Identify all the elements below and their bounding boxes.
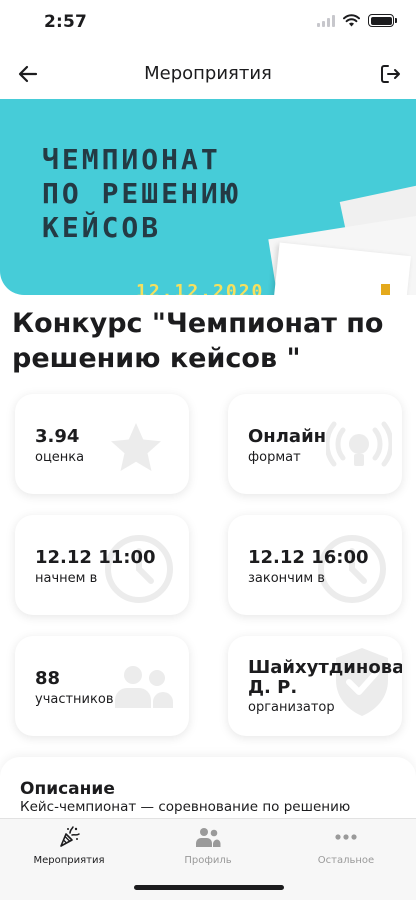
star-icon (111, 423, 161, 471)
home-indicator (134, 885, 284, 890)
description-panel: Описание Кейс-чемпионат — соревнование п… (0, 757, 416, 827)
tab-more[interactable]: Остальное (291, 825, 401, 873)
people-icon (196, 828, 221, 847)
wifi-icon (343, 14, 360, 27)
tab-more-label: Остальное (317, 855, 375, 866)
party-popper-icon (60, 826, 80, 847)
start-time-value: 12.12 11:00 (35, 547, 156, 568)
participants-card: 88 участников (15, 636, 189, 736)
logout-icon (381, 65, 400, 83)
banner-date: 12.12.2020 (136, 281, 265, 295)
banner-marker (381, 284, 390, 295)
status-icons (317, 14, 397, 27)
end-time-card: 12.12 16:00 закончим в (228, 515, 402, 615)
page-title: Мероприятия (144, 63, 272, 84)
format-label: формат (248, 450, 301, 465)
clock-icon (318, 535, 386, 603)
event-banner: ЧЕМПИОНАТ ПО РЕШЕНИЮ КЕЙСОВ 12.12.2020 (0, 99, 416, 295)
end-time-value: 12.12 16:00 (248, 547, 369, 568)
organizer-value: Шайхутдинова Д. Р. (248, 657, 402, 698)
status-bar: 2:57 (0, 0, 416, 48)
status-time: 2:57 (44, 12, 88, 32)
end-time-label: закончим в (248, 571, 325, 586)
participants-label: участников (35, 692, 114, 707)
organizer-label: организатор (248, 700, 335, 715)
start-time-card: 12.12 11:00 начнем в (15, 515, 189, 615)
format-card: Онлайн формат (228, 394, 402, 494)
description-title: Описание (20, 779, 115, 799)
start-time-label: начнем в (35, 571, 98, 586)
people-icon (115, 666, 173, 708)
participants-value: 88 (35, 668, 61, 689)
rating-card: 3.94 оценка (15, 394, 189, 494)
broadcast-icon (326, 421, 392, 467)
format-value: Онлайн (248, 426, 327, 447)
tab-events-label: Мероприятия (33, 855, 105, 866)
signal-icon (317, 14, 335, 27)
description-text: Кейс-чемпионат — соревнование по решению (20, 799, 351, 815)
event-title: Конкурс "Чемпионат по решению кейсов " (12, 308, 384, 374)
rating-label: оценка (35, 450, 85, 465)
more-icon (335, 834, 357, 840)
tab-profile[interactable]: Профиль (153, 825, 263, 873)
battery-icon (368, 14, 397, 27)
organizer-card: Шайхутдинова Д. Р. организатор (228, 636, 402, 736)
nav-bar: Мероприятия (0, 52, 416, 96)
banner-heading: ЧЕМПИОНАТ ПО РЕШЕНИЮ КЕЙСОВ (42, 143, 241, 244)
logout-button[interactable] (376, 60, 404, 88)
rating-value: 3.94 (35, 426, 80, 447)
tab-events[interactable]: Мероприятия (14, 825, 124, 873)
clock-icon (105, 535, 173, 603)
tab-profile-label: Профиль (184, 855, 232, 866)
